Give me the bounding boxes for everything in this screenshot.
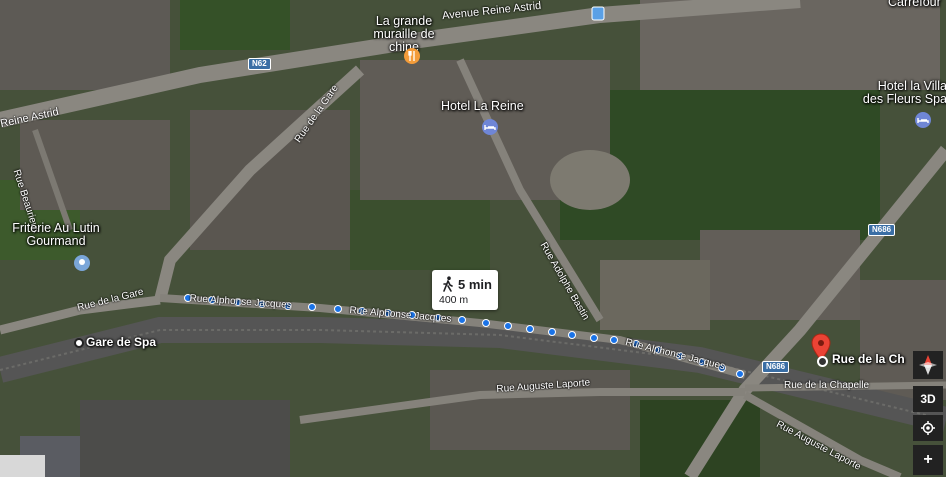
origin-marker[interactable] — [74, 338, 84, 348]
building-block — [20, 120, 170, 210]
compass-button[interactable] — [913, 351, 943, 379]
3d-toggle-button[interactable]: 3D — [913, 386, 943, 412]
fork-knife-icon[interactable] — [404, 48, 420, 64]
platform — [0, 455, 45, 477]
route-dot — [610, 336, 618, 344]
poi-label-hotel[interactable]: Hotel la Villa des Fleurs Spa — [855, 80, 946, 106]
building-block — [190, 110, 350, 250]
my-location-button[interactable] — [913, 415, 943, 441]
road-shield: N686 — [868, 224, 896, 236]
route-duration: 5 min — [458, 277, 492, 292]
vegetation-area — [180, 0, 290, 50]
route-dot — [568, 331, 576, 339]
route-dot — [334, 305, 342, 313]
route-dot — [548, 328, 556, 336]
road-shield: N686 — [762, 361, 790, 373]
satellite-map[interactable] — [0, 0, 946, 477]
route-dot — [504, 322, 512, 330]
transit-icon[interactable] — [591, 6, 605, 21]
route-distance: 400 m — [439, 294, 469, 306]
poi-label-hotel[interactable]: Hotel La Reine — [441, 100, 524, 113]
route-dot — [482, 319, 490, 327]
bed-icon[interactable] — [482, 119, 498, 135]
poi-label-friterie[interactable]: Friterie Au Lutin Gourmand — [6, 222, 106, 248]
route-dot — [590, 334, 598, 342]
bed-icon[interactable] — [915, 112, 931, 128]
compass-icon — [919, 355, 937, 375]
parking-lot — [600, 260, 710, 330]
route-dot — [308, 303, 316, 311]
zoom-in-button[interactable]: + — [913, 445, 943, 475]
street-label: Rue de la Chapelle — [784, 380, 870, 391]
route-dot — [458, 316, 466, 324]
road-shield: N62 — [248, 58, 271, 70]
parking-lot — [80, 400, 290, 477]
walking-person-icon — [443, 276, 453, 292]
location-pin-icon[interactable] — [74, 255, 90, 271]
origin-label[interactable]: Gare de Spa — [86, 336, 156, 349]
my-location-icon — [921, 421, 935, 435]
building-block — [0, 0, 170, 90]
building-block — [700, 230, 860, 320]
route-duration-callout[interactable]: 5 min 400 m — [432, 270, 498, 310]
destination-label[interactable]: Rue de la Ch — [832, 353, 905, 366]
poi-label-carrefour[interactable]: Carrefour — [888, 0, 941, 9]
route-dot — [736, 370, 744, 378]
vegetation-area — [350, 190, 490, 270]
route-dot — [526, 325, 534, 333]
plaza — [550, 150, 630, 210]
destination-marker[interactable] — [817, 356, 828, 367]
